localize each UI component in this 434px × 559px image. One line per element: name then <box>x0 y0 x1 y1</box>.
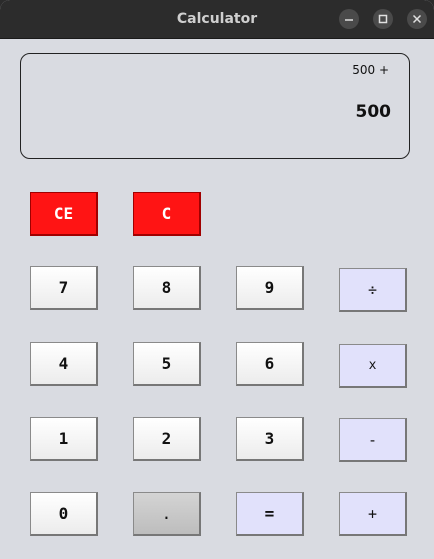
calculator-window: Calculator 500 + 500 CE C 7 8 9 ÷ 4 5 6 … <box>0 0 434 559</box>
digit-8-button[interactable]: 8 <box>133 266 201 310</box>
add-button[interactable]: + <box>339 492 407 536</box>
minimize-icon <box>345 19 353 21</box>
divide-button[interactable]: ÷ <box>339 268 407 312</box>
digit-1-button[interactable]: 1 <box>30 417 98 461</box>
expression-text: 500 + <box>352 63 389 77</box>
equals-button[interactable]: = <box>236 492 304 536</box>
close-icon <box>412 14 422 24</box>
digit-5-button[interactable]: 5 <box>133 342 201 386</box>
subtract-button[interactable]: - <box>339 418 407 462</box>
clear-button[interactable]: C <box>133 192 201 236</box>
digit-4-button[interactable]: 4 <box>30 342 98 386</box>
digit-7-button[interactable]: 7 <box>30 266 98 310</box>
digit-6-button[interactable]: 6 <box>236 342 304 386</box>
digit-0-button[interactable]: 0 <box>30 492 98 536</box>
multiply-button[interactable]: x <box>339 344 407 388</box>
minimize-button[interactable] <box>339 9 359 29</box>
decimal-point-button[interactable]: . <box>133 492 201 536</box>
close-button[interactable] <box>407 9 427 29</box>
digit-2-button[interactable]: 2 <box>133 417 201 461</box>
digit-3-button[interactable]: 3 <box>236 417 304 461</box>
result-text: 500 <box>355 102 392 122</box>
digit-9-button[interactable]: 9 <box>236 266 304 310</box>
calculator-display: 500 + 500 <box>20 53 410 159</box>
window-title: Calculator <box>176 11 258 27</box>
maximize-icon <box>378 14 388 24</box>
title-bar[interactable]: Calculator <box>0 0 434 39</box>
maximize-button[interactable] <box>373 9 393 29</box>
clear-entry-button[interactable]: CE <box>30 192 98 236</box>
